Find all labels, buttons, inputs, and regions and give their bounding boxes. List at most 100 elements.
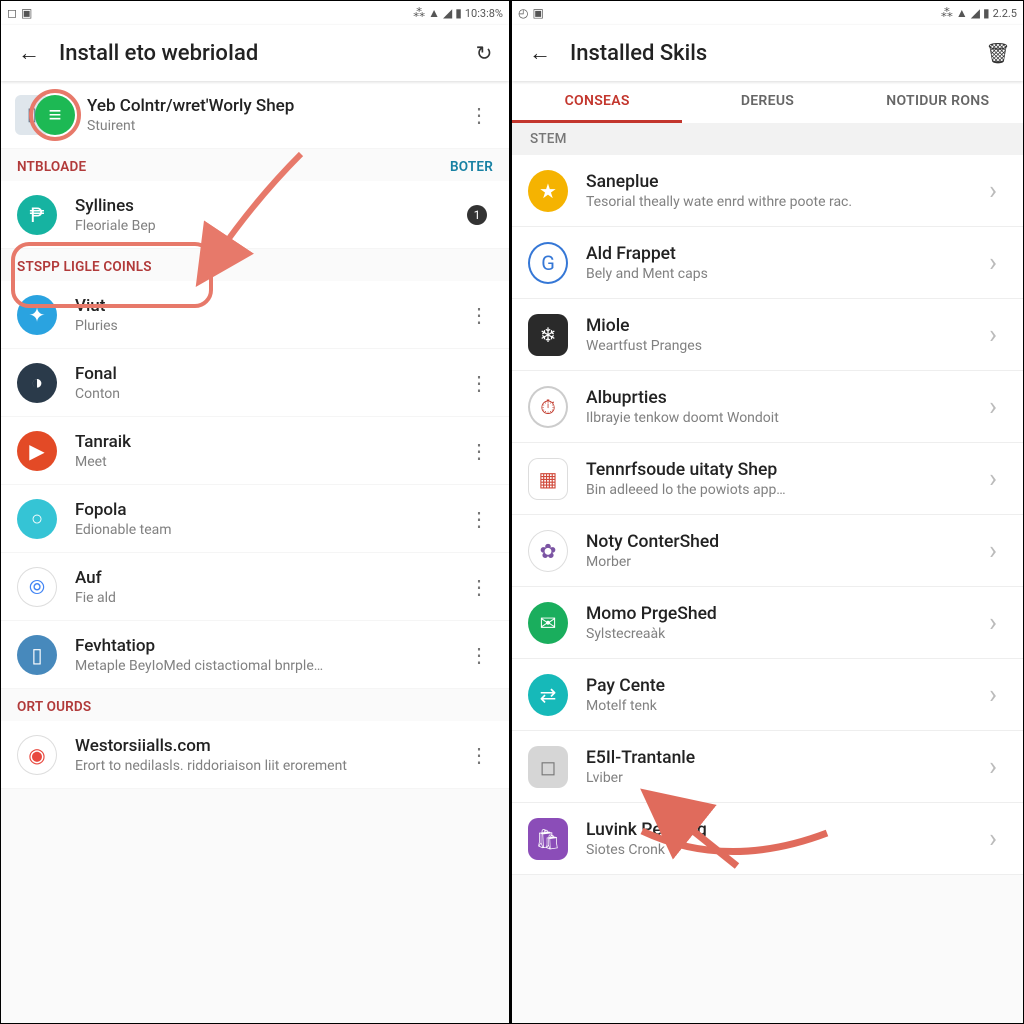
overflow-button[interactable]: ⋮: [461, 371, 497, 395]
app-icon: ⏱: [528, 386, 568, 428]
delete-button[interactable]: 🗑: [981, 41, 1015, 65]
item-texts: TanraikMeet: [75, 432, 461, 470]
section-header: NTBLOADEBOTER: [1, 149, 509, 181]
page-title: Install eto webrioIad: [45, 41, 467, 66]
item-texts: Viut Pluries: [75, 296, 461, 334]
chevron-right-icon: [975, 608, 1011, 638]
app-icon: ★: [528, 170, 568, 212]
refresh-button[interactable]: ↻: [467, 41, 501, 65]
item-texts: MioleWeartfust Pranges: [586, 316, 975, 354]
section-header: ORT OURDS: [1, 689, 509, 721]
overflow-button[interactable]: ⋮: [461, 575, 497, 599]
chevron-right-icon: [975, 248, 1011, 278]
featured-item[interactable]: ▯ ≡ Yeb Colntr/wret'Worly Shep Stuirent …: [1, 81, 509, 149]
item-subtitle: Lviber: [586, 770, 975, 786]
item-subtitle: Metaple BeyIoMed cistactiomal bnrple…: [75, 658, 461, 674]
content-scroll[interactable]: STEM ★SaneplueTesorial theally wate enrd…: [512, 1, 1023, 1023]
item-title: Ald Frappet: [586, 244, 975, 264]
overflow-button[interactable]: ⋮: [461, 103, 497, 127]
item-title: Auf: [75, 568, 461, 588]
list-item[interactable]: ▯FevhtatiopMetaple BeyIoMed cistactiomal…: [1, 621, 509, 689]
item-title: Luvink Perliting: [586, 820, 975, 840]
item-title: Westorsiialls.com: [75, 736, 461, 756]
item-title: E5Il-Trantanle: [586, 748, 975, 768]
page-title: Installed Skils: [556, 41, 981, 66]
item-texts: FopolaEdionable team: [75, 500, 461, 538]
app-icon: ▯: [17, 635, 57, 675]
item-title: Viut: [75, 296, 461, 316]
list-item[interactable]: ⦾ Auf Fie ald⋮: [1, 553, 509, 621]
item-subtitle: Stuirent: [87, 118, 461, 134]
item-texts: Yeb Colntr/wret'Worly Shep Stuirent: [87, 96, 461, 134]
list-item[interactable]: ▦Tennrfsoude uitaty ShepBin adleeed lo t…: [512, 443, 1023, 515]
section-header: STEM: [512, 123, 1023, 155]
item-title: Noty ConterShed: [586, 532, 975, 552]
list-item[interactable]: ⇄ Pay CenteMotelf tenk: [512, 659, 1023, 731]
content-scroll[interactable]: ▯ ≡ Yeb Colntr/wret'Worly Shep Stuirent …: [1, 1, 509, 1023]
app-icon: ≡: [35, 95, 75, 135]
item-subtitle: Sylstecreaàk: [586, 626, 975, 642]
list-item[interactable]: ◉ Westorsiialls.comErort to nedilasls. ri…: [1, 721, 509, 789]
back-button[interactable]: ←: [524, 40, 556, 66]
item-texts: AlbuprtiesIlbrayie tenkow doomt Wondoit: [586, 388, 975, 426]
chevron-right-icon: [975, 392, 1011, 422]
list-item[interactable]: G Ald FrappetBely and Ment caps: [512, 227, 1023, 299]
app-bar: ← Install eto webrioIad ↻: [1, 25, 509, 81]
list-item[interactable]: ◑FonalConton⋮: [1, 349, 509, 417]
list-item[interactable]: ◻ E5Il-Trantanle Lviber: [512, 731, 1023, 803]
app-icon: ○: [17, 499, 57, 539]
app-icon: ▦: [528, 458, 568, 500]
app-icon: ⇄: [528, 674, 568, 716]
item-texts: Pay CenteMotelf tenk: [586, 676, 975, 714]
list-item[interactable]: ▶ TanraikMeet⋮: [1, 417, 509, 485]
app-icon: ◑: [17, 363, 57, 403]
item-title: Miole: [586, 316, 975, 336]
list-item[interactable]: 🛍Luvink PerlitingSiotes Cronk: [512, 803, 1023, 875]
item-subtitle: Meet: [75, 454, 461, 470]
item-subtitle: Conton: [75, 386, 461, 402]
item-title: Pay Cente: [586, 676, 975, 696]
section-link[interactable]: BOTER: [450, 159, 493, 175]
item-subtitle: Edionable team: [75, 522, 461, 538]
app-icon: ◉: [17, 735, 57, 775]
list-item[interactable]: ⏱ AlbuprtiesIlbrayie tenkow doomt Wondoit: [512, 371, 1023, 443]
list-item[interactable]: ❄MioleWeartfust Pranges: [512, 299, 1023, 371]
list-item[interactable]: ○ FopolaEdionable team⋮: [1, 485, 509, 553]
item-subtitle: Fie ald: [75, 590, 461, 606]
overflow-button[interactable]: ⋮: [461, 743, 497, 767]
chevron-right-icon: [975, 536, 1011, 566]
app-icon: ▶: [17, 431, 57, 471]
list-item[interactable]: ✿Noty ConterShedMorber: [512, 515, 1023, 587]
item-title: Yeb Colntr/wret'Worly Shep: [87, 96, 461, 116]
app-icon: ◻: [528, 746, 568, 788]
item-subtitle: Bin adleeed lo the powiots app…: [586, 482, 975, 498]
app-icon: ✿: [528, 530, 568, 572]
chevron-right-icon: [975, 464, 1011, 494]
item-title: Saneplue: [586, 172, 975, 192]
list-item[interactable]: ✉Momo PrgeShedSylstecreaàk: [512, 587, 1023, 659]
phone-right: ◴ ▣ ⁂ ▲ ◢ ▮ 2.2.5 ← Installed Skils 🗑 CO…: [512, 0, 1024, 1024]
list-item[interactable]: ₱SyllinesFleoriale Bep1: [1, 181, 509, 249]
item-texts: Westorsiialls.comErort to nedilasls. rid…: [75, 736, 461, 774]
count-badge: 1: [467, 205, 487, 225]
list-item[interactable]: ★SaneplueTesorial theally wate enrd with…: [512, 155, 1023, 227]
overflow-button[interactable]: ⋮: [461, 507, 497, 531]
app-icon: ✉: [528, 602, 568, 644]
app-icon: G: [528, 242, 568, 284]
item-texts: Luvink PerlitingSiotes Cronk: [586, 820, 975, 858]
item-texts: Auf Fie ald: [75, 568, 461, 606]
item-subtitle: Pluries: [75, 318, 461, 334]
item-texts: Ald FrappetBely and Ment caps: [586, 244, 975, 282]
overflow-button[interactable]: ⋮: [461, 439, 497, 463]
back-button[interactable]: ←: [13, 40, 45, 66]
chevron-right-icon: [975, 320, 1011, 350]
app-bar: ← Installed Skils 🗑: [512, 25, 1023, 81]
item-title: Syllines: [75, 196, 467, 216]
overflow-button[interactable]: ⋮: [461, 303, 497, 327]
list-item[interactable]: ✦ViutPluries⋮: [1, 281, 509, 349]
app-icon: ₱: [17, 195, 57, 235]
overflow-button[interactable]: ⋮: [461, 643, 497, 667]
chevron-right-icon: [975, 824, 1011, 854]
chevron-right-icon: [975, 752, 1011, 782]
app-icon: ⦾: [17, 567, 57, 607]
